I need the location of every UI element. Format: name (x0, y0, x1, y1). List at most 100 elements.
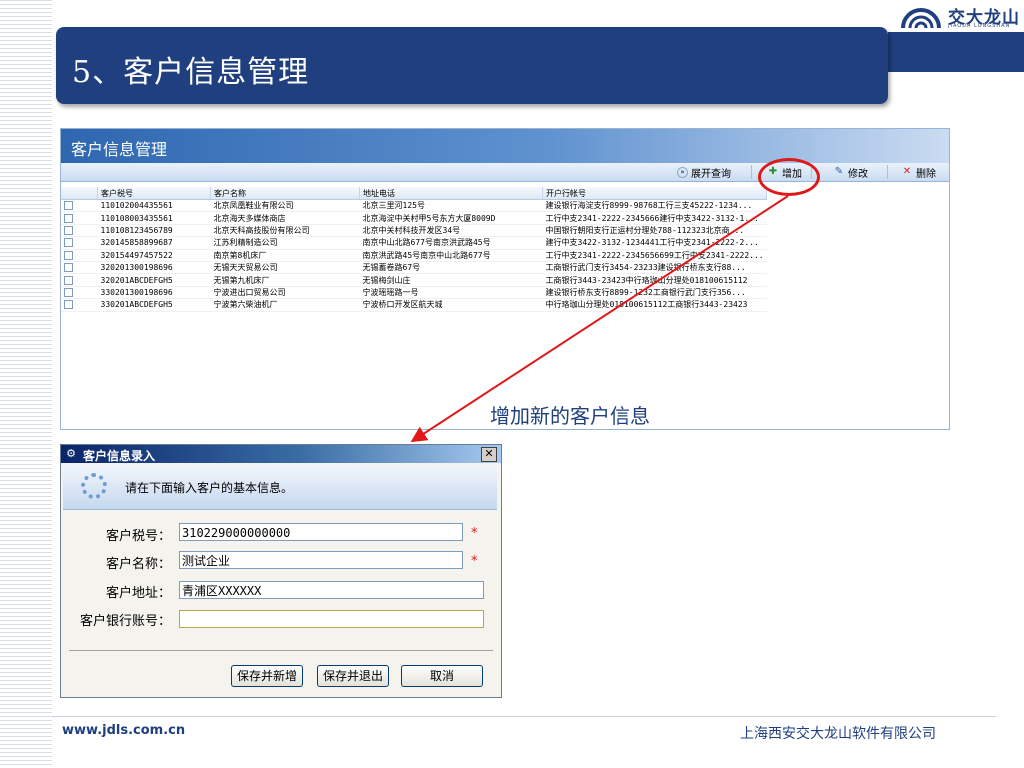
table-cell: 南京中山北路677号南京洪武路45号 (359, 236, 543, 250)
highlight-ellipse (758, 158, 820, 196)
expand-chevron-icon: » (677, 166, 688, 178)
dialog-banner-text: 请在下面输入客户的基本信息。 (125, 481, 294, 495)
table-cell: 中国银行朝阳支行正运村分理处788-112323北京商... (542, 224, 767, 238)
table-cell: 320201ABCDEFGH5 (97, 273, 211, 287)
toolbar-separator (751, 165, 752, 179)
row-checkbox[interactable] (64, 213, 73, 223)
panel-header: 客户信息管理 (61, 129, 949, 163)
table-header-row: 客户税号 客户名称 地址电话 开户行帐号 (61, 187, 768, 200)
table-cell: 江苏利精制造公司 (210, 236, 360, 250)
delete-button[interactable]: ✕ 删除 (901, 164, 936, 180)
table-row[interactable]: 110102004435561 北京凤凰鞋业有限公司 北京三里河125号 建设银行海淀… (61, 199, 767, 213)
table-row[interactable]: 320154497457522 南京第8机床厂 南京洪武路45号南京中山北路677号… (61, 249, 767, 262)
row-select-cell (61, 224, 98, 238)
table-cell: 北京海天多媒体商店 (210, 211, 360, 225)
customer-name-label: 客户名称： (105, 557, 171, 572)
edit-button[interactable]: ✎ 修改 (833, 164, 868, 180)
customer-address-label: 客户地址： (105, 586, 171, 601)
table-cell: 320154497457522 (97, 249, 211, 262)
row-select-cell (61, 261, 98, 275)
table-row[interactable]: 110108123456789 北京天科高技股份有限公司 北京中关村科技开发区34号… (61, 224, 767, 238)
dialog-banner: 请在下面输入客户的基本信息。 (63, 465, 497, 510)
row-select-cell (61, 273, 98, 287)
required-mark: * (471, 554, 478, 569)
table-row[interactable]: 320145858899687 江苏利精制造公司 南京中山北路677号南京洪武路45… (61, 236, 767, 250)
table-cell: 330201ABCDEFGH5 (97, 298, 211, 312)
expand-query-button[interactable]: » 展开查询 (677, 164, 731, 180)
table-cell: 宁波瑶瑶路一号 (359, 286, 543, 300)
column-header[interactable]: 客户名称 (210, 187, 360, 200)
table-row[interactable]: 320201ABCDEFGH5 无锡第九机床厂 无锡梅剑山庄 工商银行3443-234… (61, 273, 767, 287)
row-checkbox[interactable] (64, 201, 73, 211)
table-cell: 无锡蓄卷路67号 (359, 261, 543, 275)
column-header[interactable]: 地址电话 (359, 187, 543, 200)
slide-title-box: 5、客户信息管理 (56, 27, 888, 104)
table-cell: 宁波第六柴油机厂 (210, 298, 360, 312)
bank-account-label: 客户银行账号： (79, 614, 171, 629)
tax-number-label: 客户税号： (105, 529, 171, 544)
row-checkbox[interactable] (64, 275, 73, 285)
edit-label: 修改 (848, 168, 868, 180)
row-select-cell (61, 249, 98, 262)
bank-account-input[interactable] (179, 610, 484, 628)
row-select-cell (61, 286, 98, 300)
table-cell: 中行珞珈山分理处018100615112工商银行3443-23423 (542, 298, 767, 312)
dialog-titlebar[interactable]: ⚙ 客户信息录入 ✕ (61, 445, 501, 463)
row-checkbox[interactable] (64, 238, 73, 248)
customer-name-input[interactable]: 测试企业 (179, 551, 463, 569)
save-and-new-button[interactable]: 保存并新增 (231, 665, 303, 687)
row-checkbox[interactable] (64, 250, 73, 260)
table-cell: 南京洪武路45号南京中山北路677号 (359, 249, 543, 262)
customer-entry-dialog: ⚙ 客户信息录入 ✕ 请在下面输入客户的基本信息。 客户税号： 31022900… (60, 444, 502, 698)
expand-query-label: 展开查询 (691, 168, 731, 180)
toolbar-separator (887, 165, 888, 179)
table-cell: 无锡第九机床厂 (210, 273, 360, 287)
settings-gear-icon (81, 473, 107, 499)
close-icon[interactable]: ✕ (481, 447, 497, 462)
required-mark: * (471, 526, 478, 541)
logo-mark-icon (901, 8, 941, 29)
table-cell: 110108003435561 (97, 211, 211, 225)
customer-address-input[interactable]: 青浦区XXXXXX (179, 581, 484, 599)
table-cell: 330201300198696 (97, 286, 211, 300)
table-cell: 建行中支3422-3132-1234441工行中支2341-2222-2... (542, 236, 767, 250)
delete-label: 删除 (916, 168, 936, 180)
cancel-button[interactable]: 取消 (401, 665, 483, 687)
delete-icon: ✕ (902, 166, 912, 177)
panel-title: 客户信息管理 (71, 140, 168, 159)
row-select-cell (61, 298, 98, 312)
edit-icon: ✎ (834, 166, 844, 177)
column-header[interactable]: 开户行帐号 (542, 187, 768, 200)
dialog-title: 客户信息录入 (83, 449, 156, 463)
save-and-exit-button[interactable]: 保存并退出 (317, 665, 389, 687)
footer-url[interactable]: www.jdls.com.cn (62, 723, 185, 738)
table-cell: 110102004435561 (97, 199, 211, 213)
table-cell: 北京海淀中关村甲5号东方大厦8009D (359, 211, 543, 225)
table-cell: 北京天科高技股份有限公司 (210, 224, 360, 238)
row-checkbox[interactable] (64, 263, 73, 273)
row-checkbox[interactable] (64, 300, 73, 310)
table-cell: 建设银行海淀支行8999-98768工行三支45222-1234... (542, 199, 767, 213)
table-cell: 北京凤凰鞋业有限公司 (210, 199, 360, 213)
table-cell: 北京三里河125号 (359, 199, 543, 213)
table-cell: 工行中支2341-2222-2345656699工行中支2341-2222... (542, 249, 767, 262)
select-column-header (61, 187, 98, 200)
left-stripes (0, 0, 52, 768)
row-checkbox[interactable] (64, 225, 73, 235)
table-row[interactable]: 330201ABCDEFGH5 宁波第六柴油机厂 宁波桥口开发区航天城 中行珞珈山分理… (61, 298, 767, 312)
table-cell: 工商银行3443-23423中行珞珈山分理处018100615112 (542, 273, 767, 287)
table-cell: 320145858899687 (97, 236, 211, 250)
annotation-text: 增加新的客户信息 (490, 404, 650, 428)
tax-number-input[interactable]: 310229000000000 (179, 523, 463, 541)
table-cell: 南京第8机床厂 (210, 249, 360, 262)
column-header[interactable]: 客户税号 (97, 187, 211, 200)
dialog-divider (69, 650, 493, 651)
table-row[interactable]: 320201300198696 无锡天天贸易公司 无锡蓄卷路67号 工商银行武门支行3… (61, 261, 767, 275)
footer-company: 上海西安交大龙山软件有限公司 (740, 726, 936, 742)
table-row[interactable]: 330201300198696 宁波进出口贸易公司 宁波瑶瑶路一号 建设银行桥东支行8… (61, 286, 767, 300)
row-select-cell (61, 199, 98, 213)
row-checkbox[interactable] (64, 287, 73, 297)
table-row[interactable]: 110108003435561 北京海天多媒体商店 北京海淀中关村甲5号东方大厦80… (61, 211, 767, 225)
customer-table: 客户税号 客户名称 地址电话 开户行帐号 110102004435561 北京凤凰… (61, 187, 768, 312)
row-select-cell (61, 211, 98, 225)
